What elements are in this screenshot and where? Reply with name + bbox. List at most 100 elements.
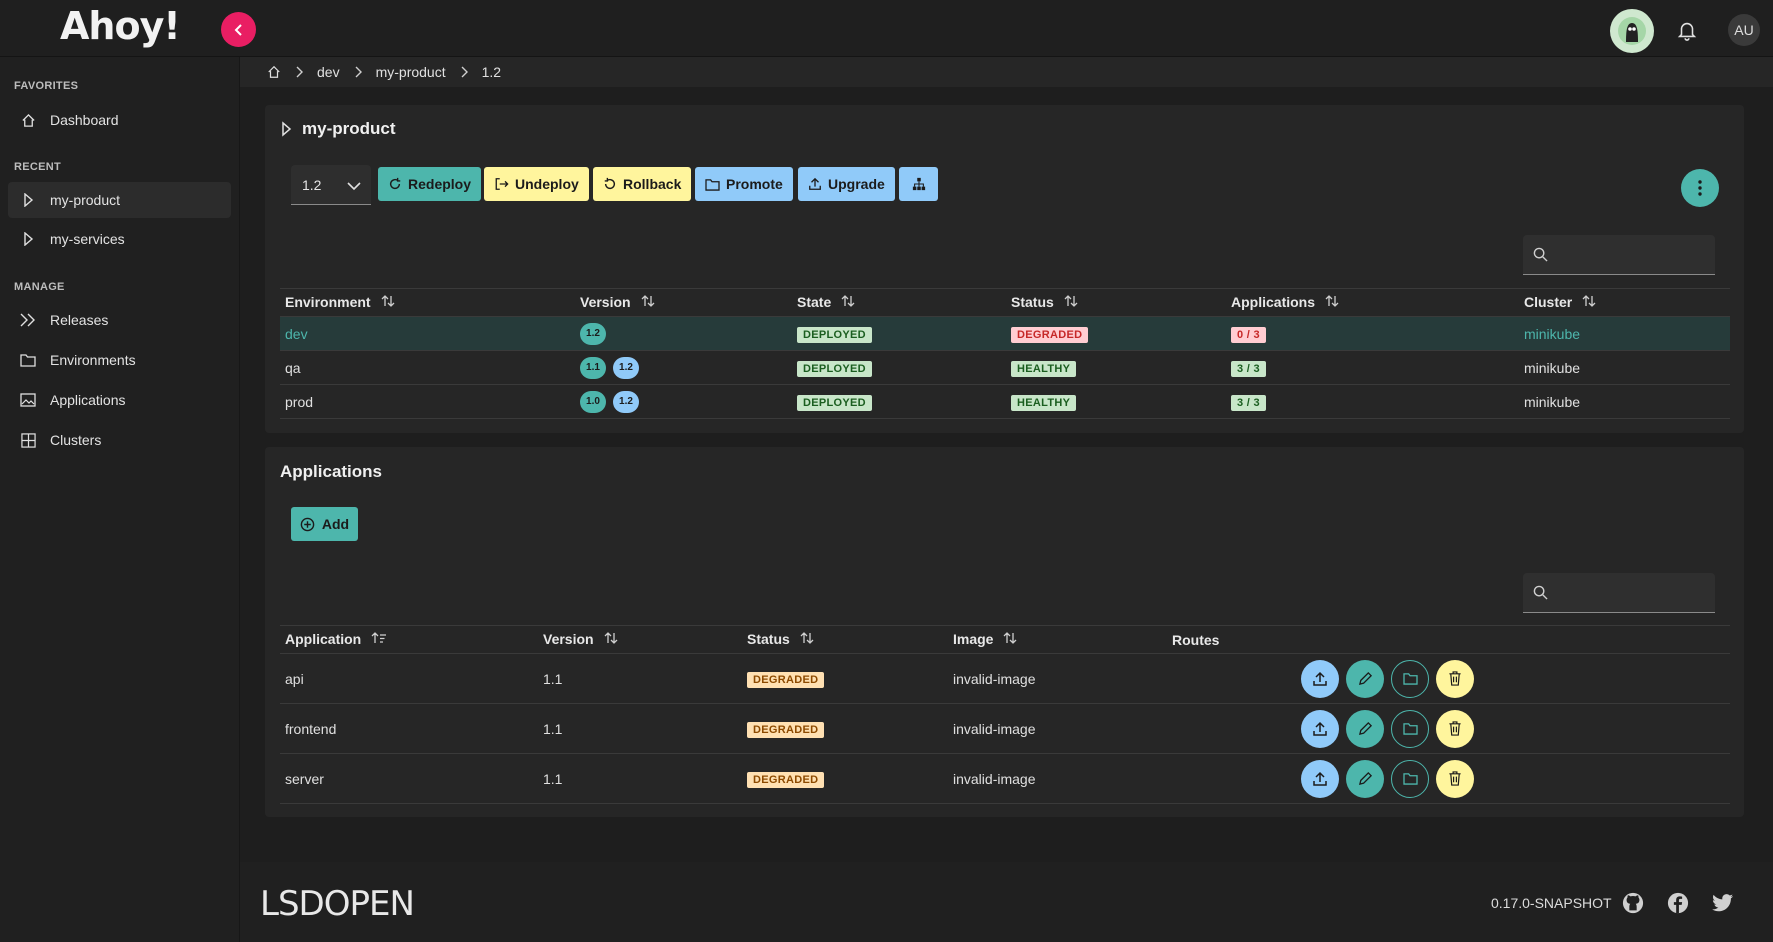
upgrade-application-button[interactable] xyxy=(1301,709,1339,748)
sort-icon xyxy=(1064,294,1078,311)
pencil-icon xyxy=(1358,671,1372,686)
status-badge: DEGRADED xyxy=(1011,326,1089,343)
applications-count-badge: 0 / 3 xyxy=(1231,326,1266,343)
sidebar-item-my-product[interactable]: my-product xyxy=(8,182,231,218)
sidebar-item-label: my-services xyxy=(50,231,125,247)
breadcrumb-item-version: 1.2 xyxy=(481,64,502,80)
ahoy-logo[interactable]: Ahoy! xyxy=(60,4,181,48)
chevron-down-icon xyxy=(347,178,361,194)
application-version: 1.1 xyxy=(538,753,742,804)
table-row: server 1.1 DEGRADED invalid-image xyxy=(280,753,1730,804)
column-header-routes: Routes xyxy=(1167,625,1296,654)
github-link[interactable] xyxy=(1622,892,1644,914)
sidebar-item-label: Dashboard xyxy=(50,112,119,128)
delete-application-button[interactable] xyxy=(1436,659,1474,698)
cluster-link[interactable]: minikube xyxy=(1524,326,1580,342)
column-header-version[interactable]: Version xyxy=(575,288,792,317)
environment-link[interactable]: dev xyxy=(285,326,308,342)
view-application-button[interactable] xyxy=(1391,709,1429,748)
column-header-application[interactable]: Application xyxy=(280,625,538,654)
app-version: 0.17.0-SNAPSHOT xyxy=(1491,895,1612,911)
applications-search xyxy=(1523,573,1715,613)
double-chevron-icon xyxy=(20,312,36,328)
app-avatar[interactable] xyxy=(1610,9,1654,53)
column-header-applications[interactable]: Applications xyxy=(1226,288,1519,317)
release-title: my-product xyxy=(280,119,396,139)
application-routes xyxy=(1167,703,1296,754)
release-search-input[interactable] xyxy=(1557,243,1707,267)
sitemap-icon xyxy=(912,177,925,191)
delete-application-button[interactable] xyxy=(1436,709,1474,748)
rollback-button[interactable]: Rollback xyxy=(593,167,692,201)
collapse-sidebar-button[interactable] xyxy=(221,12,256,47)
sidebar-item-environments[interactable]: Environments xyxy=(8,342,231,378)
breadcrumb-item-environment[interactable]: dev xyxy=(317,64,340,80)
table-row[interactable]: qa 1.1 1.2 DEPLOYED HEALTHY 3 / 3 minikub… xyxy=(280,350,1730,385)
applications-search-input[interactable] xyxy=(1557,581,1707,605)
sidebar-item-my-services[interactable]: my-services xyxy=(8,221,231,257)
status-badge: DEGRADED xyxy=(747,721,825,738)
logout-icon xyxy=(494,177,509,191)
cluster-name: minikube xyxy=(1524,359,1581,376)
applications-count-badge: 3 / 3 xyxy=(1231,394,1266,411)
undeploy-button[interactable]: Undeploy xyxy=(484,167,589,201)
more-actions-button[interactable] xyxy=(1681,169,1719,207)
table-row: api 1.1 DEGRADED invalid-image xyxy=(280,653,1730,704)
delete-application-button[interactable] xyxy=(1436,759,1474,798)
edit-application-button[interactable] xyxy=(1346,709,1384,748)
image-icon xyxy=(20,392,36,408)
column-header-status[interactable]: Status xyxy=(742,625,948,654)
version-select-value: 1.2 xyxy=(302,176,322,193)
add-application-button[interactable]: Add xyxy=(291,507,358,541)
status-badge: DEGRADED xyxy=(747,671,825,688)
view-application-button[interactable] xyxy=(1391,759,1429,798)
sidebar-item-clusters[interactable]: Clusters xyxy=(8,422,231,458)
version-chip[interactable]: 1.1 xyxy=(580,356,606,379)
upgrade-application-button[interactable] xyxy=(1301,759,1339,798)
notifications-button[interactable] xyxy=(1673,16,1701,44)
promote-button[interactable]: Promote xyxy=(695,167,793,201)
user-avatar[interactable]: AU xyxy=(1728,14,1760,46)
redeploy-button[interactable]: Redeploy xyxy=(378,167,482,201)
facebook-link[interactable] xyxy=(1667,892,1689,914)
twitter-link[interactable] xyxy=(1712,892,1734,914)
sidebar-item-label: my-product xyxy=(50,192,121,208)
chevron-left-icon xyxy=(234,23,242,36)
table-row[interactable]: prod 1.0 1.2 DEPLOYED HEALTHY 3 / 3 minik… xyxy=(280,384,1730,419)
version-select[interactable]: 1.2 xyxy=(291,165,371,205)
environment-name: prod xyxy=(285,393,314,410)
column-header-image[interactable]: Image xyxy=(948,625,1167,654)
breadcrumb-item-release[interactable]: my-product xyxy=(376,64,446,80)
chevron-right-icon xyxy=(354,66,362,78)
column-header-state[interactable]: State xyxy=(792,288,1006,317)
version-chip[interactable]: 1.2 xyxy=(580,322,606,345)
state-badge: DEPLOYED xyxy=(797,360,872,377)
table-row[interactable]: dev 1.2 DEPLOYED DEGRADED 0 / 3 minikube xyxy=(280,316,1730,351)
sidebar-item-applications[interactable]: Applications xyxy=(8,382,231,418)
sidebar-item-releases[interactable]: Releases xyxy=(8,302,231,338)
column-header-status[interactable]: Status xyxy=(1006,288,1226,317)
column-header-version[interactable]: Version xyxy=(538,625,742,654)
edit-application-button[interactable] xyxy=(1346,659,1384,698)
lsdopen-logo[interactable]: LSDOPEN xyxy=(260,884,415,924)
topology-button[interactable] xyxy=(899,167,938,201)
column-header-environment[interactable]: Environment xyxy=(280,288,575,317)
add-circle-icon xyxy=(300,517,315,532)
sidebar-item-dashboard[interactable]: Dashboard xyxy=(8,102,231,138)
caret-right-icon xyxy=(280,121,292,137)
upgrade-button[interactable]: Upgrade xyxy=(798,167,895,201)
upload-icon xyxy=(1313,771,1327,786)
trash-icon xyxy=(1449,771,1461,786)
version-chip[interactable]: 1.2 xyxy=(613,390,639,413)
application-image: invalid-image xyxy=(948,703,1167,754)
version-chip[interactable]: 1.2 xyxy=(613,356,639,379)
view-application-button[interactable] xyxy=(1391,659,1429,698)
home-icon[interactable] xyxy=(267,65,281,79)
home-icon xyxy=(20,112,36,128)
sort-icon xyxy=(1582,294,1596,311)
upgrade-application-button[interactable] xyxy=(1301,659,1339,698)
column-header-cluster[interactable]: Cluster xyxy=(1519,288,1730,317)
version-chip[interactable]: 1.0 xyxy=(580,390,606,413)
edit-application-button[interactable] xyxy=(1346,759,1384,798)
search-icon xyxy=(1533,585,1548,603)
